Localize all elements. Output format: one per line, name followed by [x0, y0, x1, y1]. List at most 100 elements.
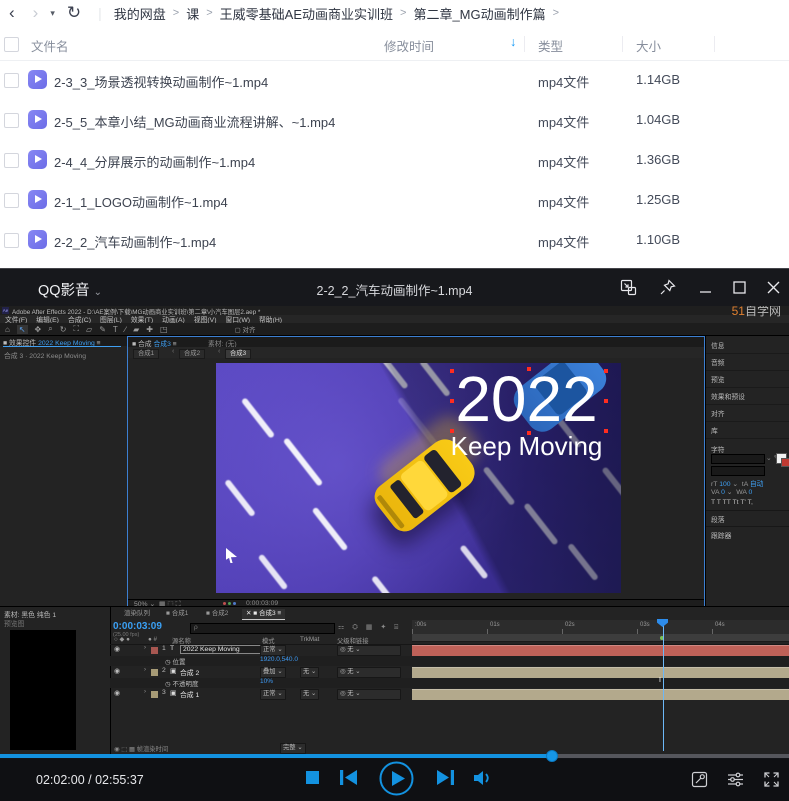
breadcrumb-item[interactable]: 我的网盘 — [110, 4, 170, 23]
playback-time: 02:02:00 / 02:55:37 — [36, 773, 144, 787]
divider — [110, 644, 789, 645]
file-name[interactable]: 2-4_4_分屏展示的动画制作~1.mp4 — [54, 152, 255, 171]
select-all-checkbox[interactable] — [4, 37, 19, 52]
close-icon[interactable] — [765, 279, 782, 296]
timeline-tab: ✕ ■ 合成3 ≡ — [242, 609, 285, 620]
settings-button[interactable] — [727, 771, 744, 788]
column-header-modified[interactable]: 修改时间 — [384, 36, 434, 55]
table-row[interactable]: 2-3_3_场景透视转换动画制作~1.mp4 mp4文件 1.14GB — [0, 60, 789, 100]
next-button[interactable] — [437, 770, 454, 785]
maximize-icon[interactable] — [731, 279, 748, 296]
ae-panel-tab: 预览 — [711, 374, 725, 384]
table-row[interactable]: 2-5_5_本章小结_MG动画商业流程讲解、~1.mp4mp4文件1.04GB — [0, 100, 789, 140]
ae-tool-icon: ↻ — [60, 325, 67, 334]
table-row[interactable]: 2-1_1_LOGO动画制作~1.mp4mp4文件1.25GB — [0, 180, 789, 220]
ae-window-title: Adobe After Effects 2022 - D:\AE案例\下载\MG… — [12, 307, 260, 316]
road-lane-streak — [241, 397, 275, 439]
ae-tool-icon: ▱ — [86, 325, 92, 334]
road-lane-streak — [283, 437, 323, 486]
column-header-name[interactable]: 文件名 — [31, 36, 69, 55]
layer-mode-select: 正常 ⌄ — [260, 645, 286, 656]
volume-button[interactable] — [474, 770, 494, 786]
layer-number: 2 — [162, 667, 166, 674]
ae-tool-icon: ✚ — [146, 325, 153, 334]
ruler-tick — [562, 629, 563, 634]
mini-mode-icon[interactable] — [620, 279, 637, 296]
frame-slogan-text: Keep Moving — [444, 431, 609, 462]
keyframe-marker: I — [659, 677, 661, 684]
comp-nav-item: 合成1 — [133, 349, 159, 359]
file-size: 1.14GB — [636, 72, 680, 87]
toolbox-button[interactable] — [691, 771, 708, 788]
history-dropdown-icon[interactable]: ▾ — [47, 8, 58, 19]
row-checkbox[interactable] — [4, 233, 19, 248]
play-button[interactable] — [379, 761, 414, 796]
fullscreen-button[interactable] — [763, 771, 780, 788]
forward-button[interactable]: › — [24, 1, 48, 25]
layer-twirl: › — [144, 645, 146, 651]
ruler-tick-label: 04s — [715, 622, 725, 628]
header-separator — [622, 36, 623, 52]
refresh-button[interactable]: ↻ — [58, 1, 90, 25]
player-titlebar: QQ影音⌄ 2-2_2_汽车动画制作~1.mp4 — [0, 269, 789, 306]
layer-trkmat-select: 无 ⌄ — [300, 689, 319, 700]
breadcrumb-item[interactable]: 第二章_MG动画制作篇 — [409, 4, 549, 23]
ae-menu-item: 帮助(H) — [259, 314, 282, 324]
layer-trkmat-select: 无 ⌄ — [300, 667, 319, 678]
row-checkbox[interactable] — [4, 153, 19, 168]
ae-panel-tab-row — [706, 404, 789, 422]
stop-button[interactable] — [306, 771, 319, 784]
column-header-type[interactable]: 类型 — [538, 36, 563, 55]
ae-effect-controls-panel: ■ 效果控件 2022 Keep Moving ≡ 合成 3 · 2022 Ke… — [0, 336, 128, 606]
ruler-tick — [487, 629, 488, 634]
video-file-icon — [28, 150, 47, 169]
row-checkbox[interactable] — [4, 113, 19, 128]
yellow-car — [369, 433, 481, 537]
file-manager-toolbar: ‹ › ▾ ↻ | 我的网盘>课>王威零基础AE动画商业实训班>第二章_MG动画… — [0, 0, 789, 26]
file-name[interactable]: 2-3_3_场景透视转换动画制作~1.mp4 — [54, 72, 268, 91]
sort-descending-icon[interactable]: ↓ — [510, 35, 516, 49]
file-name[interactable]: 2-2_2_汽车动画制作~1.mp4 — [54, 232, 216, 251]
back-button[interactable]: ‹ — [0, 1, 24, 25]
file-name[interactable]: 2-1_1_LOGO动画制作~1.mp4 — [54, 192, 228, 211]
video-file-icon — [28, 110, 47, 129]
layer-property-value: 10% — [260, 678, 273, 685]
layer-twirl: › — [144, 689, 146, 695]
minimize-icon[interactable] — [697, 281, 714, 298]
ae-panel-tab-row — [706, 387, 789, 405]
ruler-tick — [712, 629, 713, 634]
breadcrumb-item[interactable]: 王威零基础AE动画商业实训班 — [216, 4, 397, 23]
timeline-column-header: 模式 — [262, 636, 275, 645]
video-file-icon — [28, 230, 47, 249]
playhead-line — [663, 621, 664, 751]
layer-selection-handle — [604, 429, 608, 433]
ae-app-icon: Ae — [2, 307, 9, 314]
timeline-timecode: 0:00:03:09 — [113, 621, 162, 632]
video-surface[interactable]: Ae Adobe After Effects 2022 - D:\AE案例\下载… — [0, 306, 789, 754]
ae-tool-icon: ∕ — [125, 325, 126, 334]
file-name[interactable]: 2-5_5_本章小结_MG动画商业流程讲解、~1.mp4 — [54, 112, 335, 131]
pin-on-top-icon[interactable] — [659, 279, 676, 296]
previous-button[interactable] — [340, 770, 357, 785]
table-row[interactable]: 2-2_2_汽车动画制作~1.mp4mp4文件1.10GB — [0, 220, 789, 260]
ae-menu-item: 编辑(E) — [36, 314, 59, 324]
road-lane-streak — [523, 502, 559, 545]
video-watermark: 51自学网 — [732, 306, 781, 319]
seek-bar[interactable] — [0, 753, 789, 759]
file-type: mp4文件 — [538, 72, 589, 91]
row-checkbox[interactable] — [4, 73, 19, 88]
road-lane-streak — [312, 507, 349, 552]
file-type: mp4文件 — [538, 232, 589, 251]
ae-menu-item: 窗口(W) — [225, 314, 250, 324]
layer-property-name: ◷ 不透明度 — [165, 678, 198, 688]
table-row[interactable]: 2-4_4_分屏展示的动画制作~1.mp4mp4文件1.36GB — [0, 140, 789, 180]
breadcrumb-item[interactable]: 课 — [182, 4, 203, 23]
column-header-size[interactable]: 大小 — [636, 36, 661, 55]
road-lane-streak — [258, 554, 289, 591]
row-checkbox[interactable] — [4, 193, 19, 208]
layer-twirl: › — [144, 667, 146, 673]
frame-year-text: 2022 — [444, 367, 609, 431]
toolbar-divider: | — [90, 5, 110, 21]
screen: ‹ › ▾ ↻ | 我的网盘>课>王威零基础AE动画商业实训班>第二章_MG动画… — [0, 0, 789, 801]
video-file-icon — [28, 70, 47, 89]
